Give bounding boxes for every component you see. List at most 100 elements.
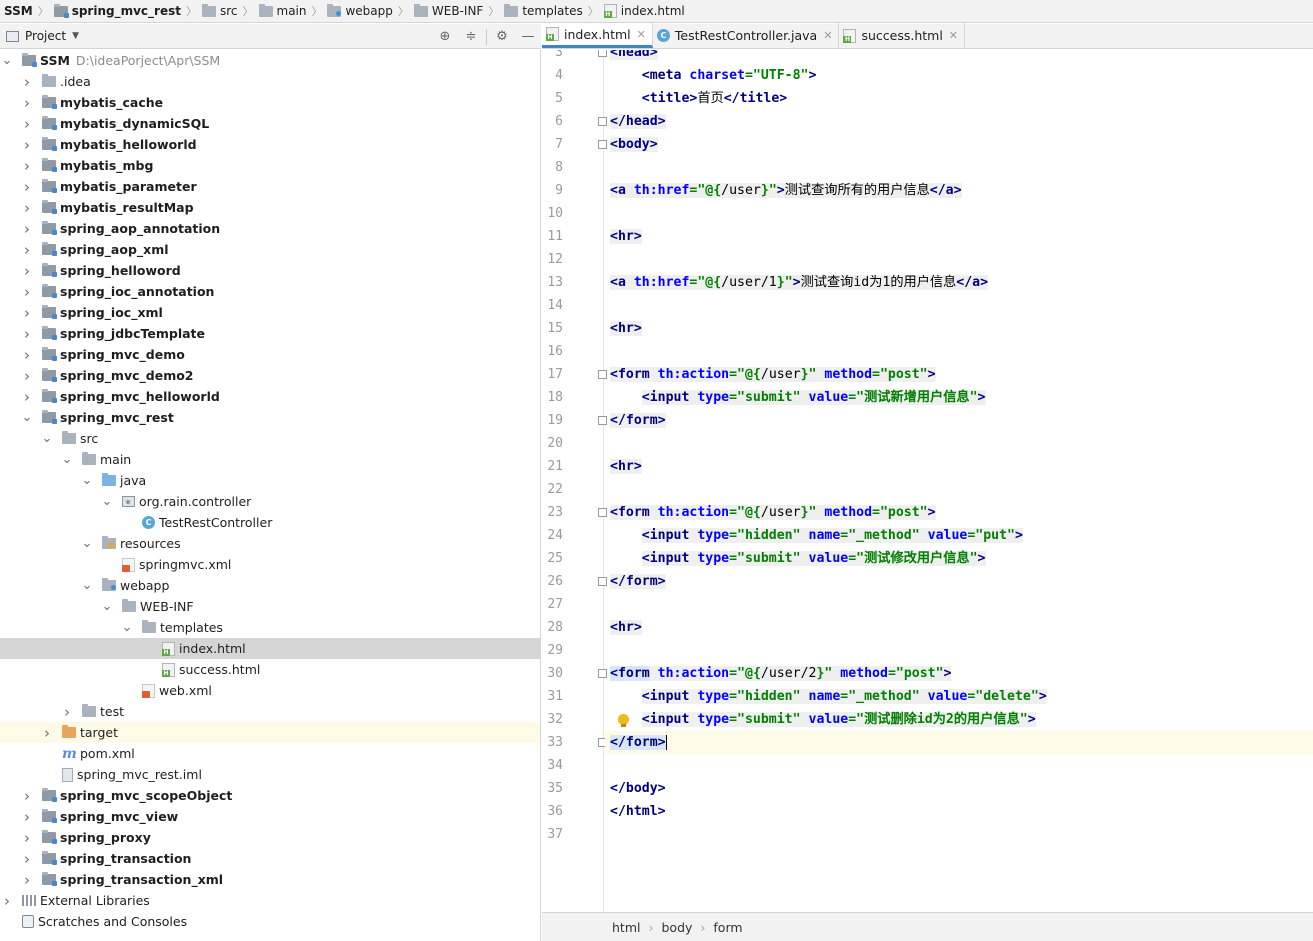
code-line[interactable]: <hr> bbox=[610, 455, 642, 478]
expand-right-icon[interactable]: › bbox=[20, 388, 34, 406]
code-line[interactable]: <a th:href="@{/user/1}">测试查询id为1的用户信息</a… bbox=[610, 271, 988, 294]
tree-item[interactable]: ⌄main bbox=[0, 449, 541, 470]
code-line[interactable]: <input type="submit" value="测试修改用户信息"> bbox=[610, 547, 986, 570]
expand-down-icon[interactable]: ⌄ bbox=[100, 603, 114, 611]
tree-item[interactable]: ›test bbox=[0, 701, 541, 722]
tree-item[interactable]: mpom.xml bbox=[0, 743, 541, 764]
tree-item[interactable]: ⌄org.rain.controller bbox=[0, 491, 541, 512]
project-view-selector[interactable]: Project ▼ bbox=[0, 29, 79, 43]
tree-item[interactable]: CTestRestController bbox=[0, 512, 541, 533]
breadcrumb-item[interactable]: templates bbox=[504, 0, 582, 23]
expand-right-icon[interactable]: › bbox=[20, 325, 34, 343]
code-line[interactable]: <title>首页</title> bbox=[610, 87, 787, 110]
expand-right-icon[interactable]: › bbox=[20, 136, 34, 154]
tree-item[interactable]: ›spring_proxy bbox=[0, 827, 541, 848]
expand-right-icon[interactable]: › bbox=[20, 157, 34, 175]
code-line[interactable]: <body> bbox=[610, 133, 658, 156]
gear-icon[interactable]: ⚙ bbox=[489, 24, 515, 49]
expand-right-icon[interactable]: › bbox=[20, 94, 34, 112]
code-line[interactable]: <hr> bbox=[610, 317, 642, 340]
fold-marker-icon[interactable] bbox=[598, 370, 607, 379]
code-line[interactable]: <meta charset="UTF-8"> bbox=[610, 64, 816, 87]
tree-item[interactable]: ›spring_mvc_demo bbox=[0, 344, 541, 365]
close-icon[interactable]: ✕ bbox=[949, 29, 958, 42]
code-line[interactable]: </form> bbox=[610, 570, 666, 593]
tree-item[interactable]: ›spring_mvc_helloworld bbox=[0, 386, 541, 407]
tree-item[interactable]: ›target bbox=[0, 722, 541, 743]
breadcrumb-item[interactable]: main bbox=[259, 0, 307, 23]
code-line[interactable]: </form> bbox=[610, 409, 666, 432]
code-line[interactable]: <hr> bbox=[610, 225, 642, 248]
tree-item[interactable]: ⌄WEB-INF bbox=[0, 596, 541, 617]
tab-testrestcontroller-java[interactable]: CTestRestController.java✕ bbox=[653, 23, 840, 48]
expand-right-icon[interactable]: › bbox=[20, 115, 34, 133]
code-line[interactable]: </head> bbox=[610, 110, 666, 133]
breadcrumb-item[interactable]: spring_mvc_rest bbox=[54, 0, 181, 23]
tree-item[interactable]: ›mybatis_resultMap bbox=[0, 197, 541, 218]
tree-item[interactable]: ›spring_ioc_annotation bbox=[0, 281, 541, 302]
tree-item[interactable]: ›.idea bbox=[0, 71, 541, 92]
tree-item[interactable]: ›spring_ioc_xml bbox=[0, 302, 541, 323]
expand-down-icon[interactable]: ⌄ bbox=[0, 57, 14, 65]
code-line[interactable]: </form> bbox=[610, 731, 667, 754]
expand-right-icon[interactable]: › bbox=[20, 787, 34, 805]
code-line[interactable]: <form th:action="@{/user/2}" method="pos… bbox=[610, 662, 951, 685]
expand-down-icon[interactable]: ⌄ bbox=[60, 456, 74, 464]
expand-right-icon[interactable]: › bbox=[20, 262, 34, 280]
tree-item[interactable]: ⌄src bbox=[0, 428, 541, 449]
tree-item[interactable]: ›mybatis_mbg bbox=[0, 155, 541, 176]
tree-item[interactable]: ›mybatis_parameter bbox=[0, 176, 541, 197]
code-line[interactable]: <form th:action="@{/user}" method="post"… bbox=[610, 501, 936, 524]
expand-right-icon[interactable]: › bbox=[20, 304, 34, 322]
tree-item[interactable]: ⌄webapp bbox=[0, 575, 541, 596]
structure-crumb-html[interactable]: html bbox=[612, 920, 640, 935]
code-line[interactable]: <input type="hidden" name="_method" valu… bbox=[610, 685, 1047, 708]
expand-down-icon[interactable]: ⌄ bbox=[40, 435, 54, 443]
tree-item[interactable]: ›spring_aop_annotation bbox=[0, 218, 541, 239]
tree-item[interactable]: ›spring_transaction_xml bbox=[0, 869, 541, 890]
expand-down-icon[interactable]: ⌄ bbox=[20, 414, 34, 422]
close-icon[interactable]: ✕ bbox=[637, 28, 646, 41]
breadcrumb-item[interactable]: webapp bbox=[327, 0, 392, 23]
code-line[interactable]: <head> bbox=[610, 50, 658, 64]
tree-item[interactable]: springmvc.xml bbox=[0, 554, 541, 575]
breadcrumb-item[interactable]: SSM bbox=[4, 0, 33, 23]
fold-marker-icon[interactable] bbox=[598, 669, 607, 678]
collapse-icon[interactable]: ≑ bbox=[458, 24, 484, 49]
minimize-icon[interactable]: — bbox=[515, 24, 541, 49]
expand-right-icon[interactable]: › bbox=[20, 220, 34, 238]
expand-right-icon[interactable]: › bbox=[20, 367, 34, 385]
tree-item[interactable]: ›spring_mvc_demo2 bbox=[0, 365, 541, 386]
tree-item[interactable]: ›spring_aop_xml bbox=[0, 239, 541, 260]
expand-right-icon[interactable]: › bbox=[20, 850, 34, 868]
tree-item[interactable]: ⌄templates bbox=[0, 617, 541, 638]
expand-right-icon[interactable]: › bbox=[20, 808, 34, 826]
expand-right-icon[interactable]: › bbox=[20, 73, 34, 91]
code-line[interactable]: <form th:action="@{/user}" method="post"… bbox=[610, 363, 936, 386]
structure-crumb-body[interactable]: body bbox=[661, 920, 692, 935]
code-line[interactable]: <hr> bbox=[610, 616, 642, 639]
tree-item[interactable]: ⌄SSMD:\ideaPorject\Apr\SSM bbox=[0, 50, 541, 71]
tree-item[interactable]: ⌄resources bbox=[0, 533, 541, 554]
fold-marker-icon[interactable] bbox=[598, 416, 607, 425]
code-editor[interactable]: 3456789101112131415161718192021222324252… bbox=[542, 50, 1313, 912]
tab-index-html[interactable]: index.html✕ bbox=[542, 23, 653, 48]
expand-right-icon[interactable]: › bbox=[20, 241, 34, 259]
tree-item[interactable]: ›spring_jdbcTemplate bbox=[0, 323, 541, 344]
expand-down-icon[interactable]: ⌄ bbox=[80, 477, 94, 485]
fold-marker-icon[interactable] bbox=[598, 140, 607, 149]
close-icon[interactable]: ✕ bbox=[823, 29, 832, 42]
locate-icon[interactable]: ⊕ bbox=[432, 24, 458, 49]
expand-right-icon[interactable]: › bbox=[60, 703, 74, 721]
breadcrumb-item[interactable]: WEB-INF bbox=[414, 0, 483, 23]
tree-item[interactable]: ›External Libraries bbox=[0, 890, 541, 911]
fold-marker-icon[interactable] bbox=[598, 508, 607, 517]
fold-marker-icon[interactable] bbox=[598, 577, 607, 586]
expand-right-icon[interactable]: › bbox=[20, 178, 34, 196]
tree-item[interactable]: spring_mvc_rest.iml bbox=[0, 764, 541, 785]
tree-item[interactable]: ›spring_transaction bbox=[0, 848, 541, 869]
expand-right-icon[interactable]: › bbox=[20, 871, 34, 889]
tree-item[interactable]: ›spring_helloword bbox=[0, 260, 541, 281]
expand-right-icon[interactable]: › bbox=[20, 829, 34, 847]
expand-right-icon[interactable]: › bbox=[20, 283, 34, 301]
